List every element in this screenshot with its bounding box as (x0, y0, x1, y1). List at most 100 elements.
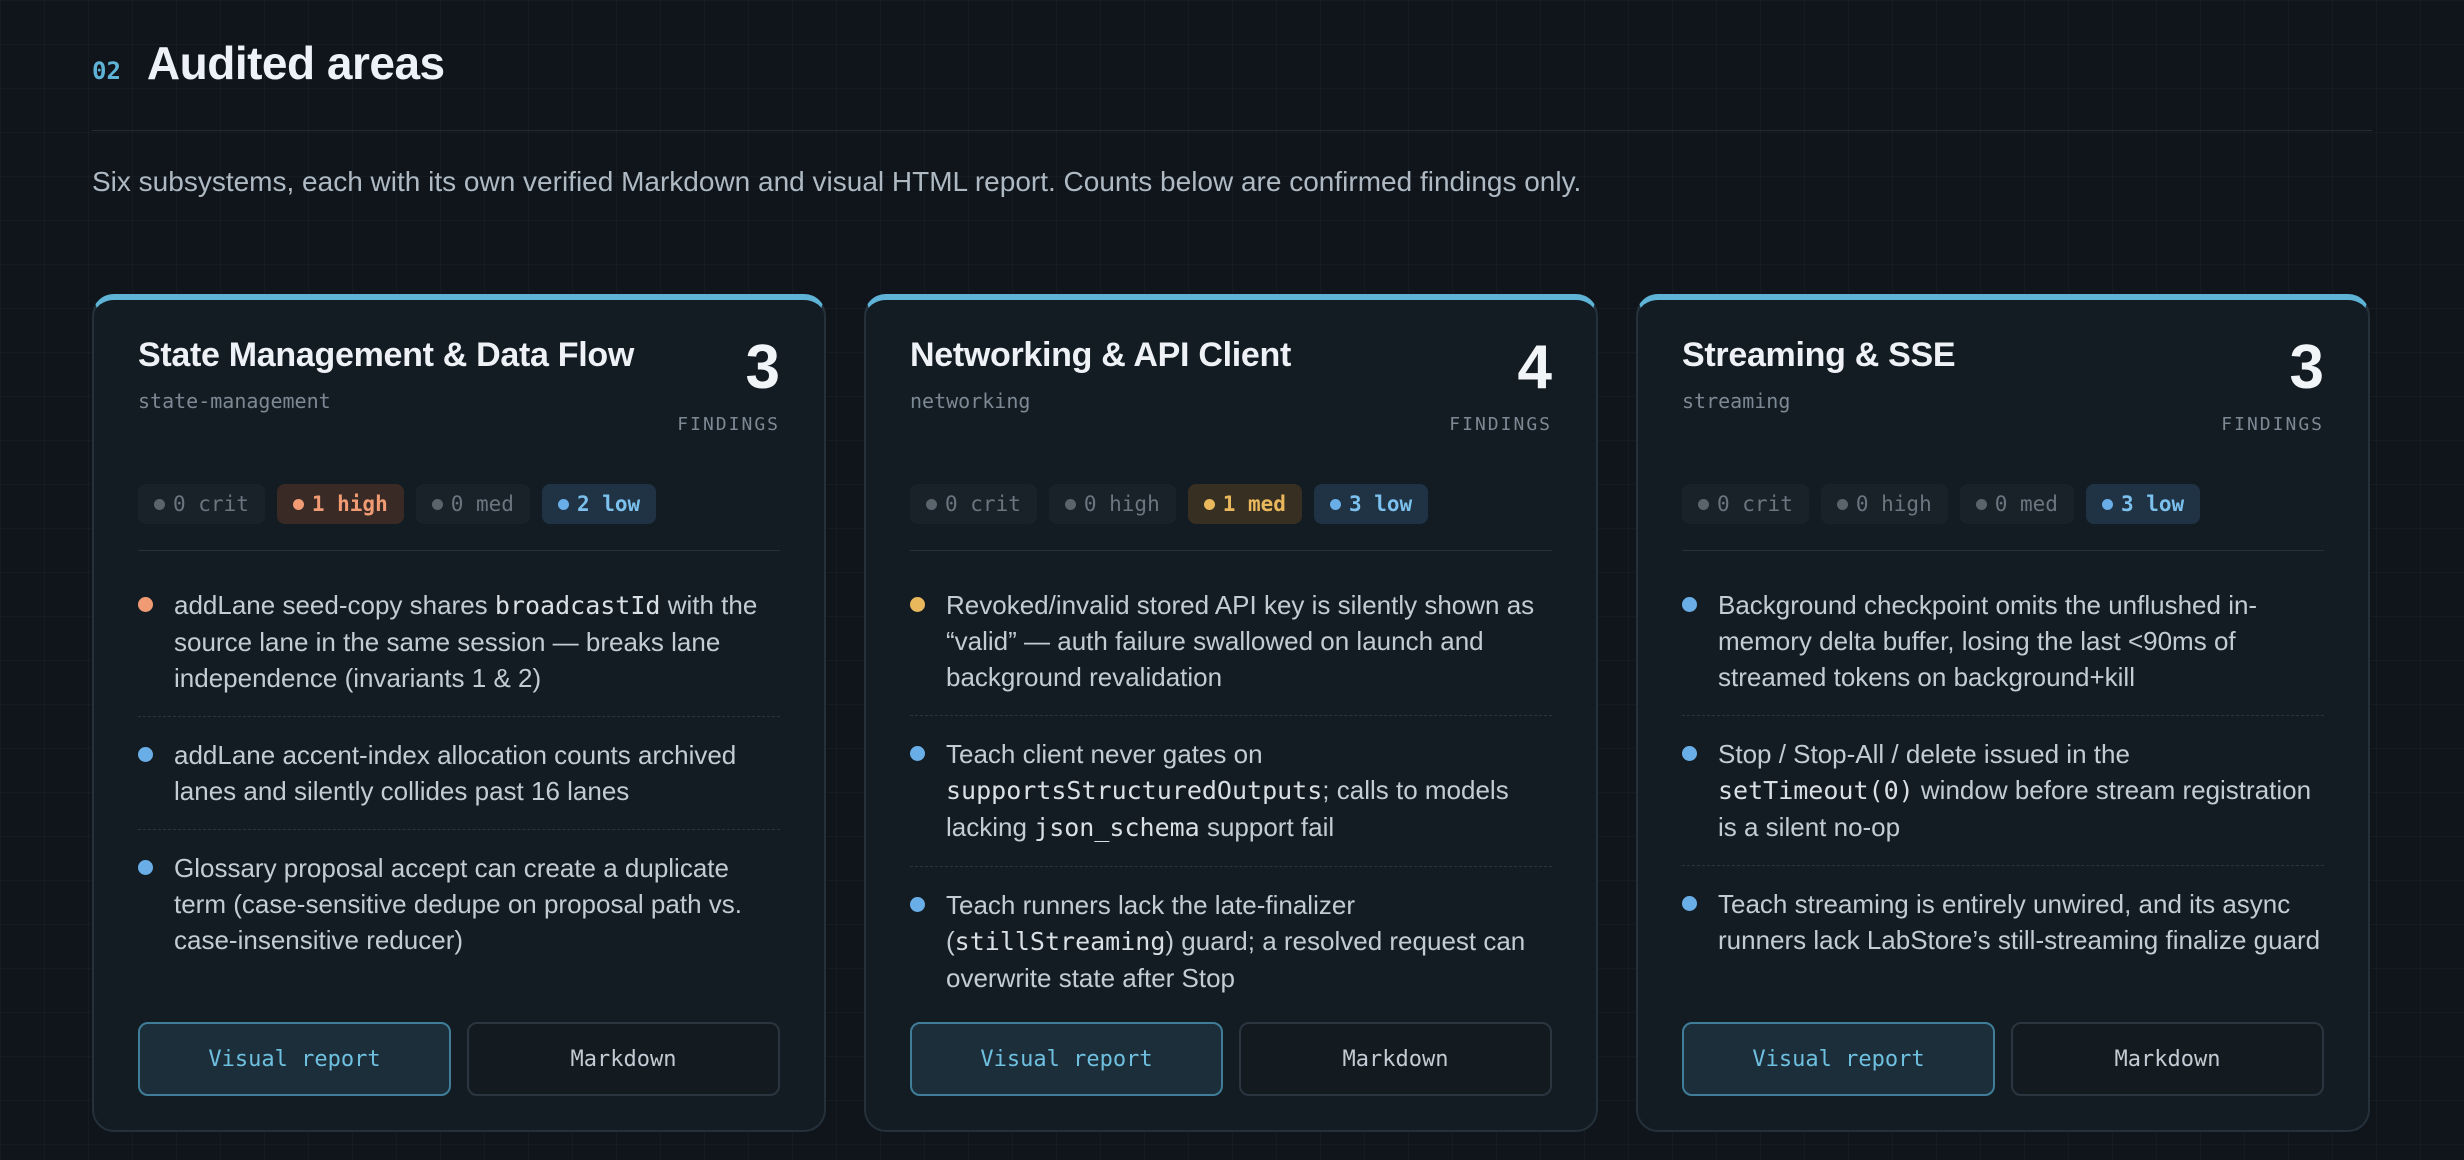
severity-dot-icon (138, 747, 153, 762)
severity-dot-icon (1682, 746, 1697, 761)
findings-count-value: 3 (745, 333, 780, 402)
finding-item: Revoked/invalid stored API key is silent… (910, 567, 1552, 716)
card-slug: streaming (1682, 389, 1791, 413)
badge-label: 1 med (1222, 492, 1286, 516)
audit-card-networking: Networking & API Client networking 4 FIN… (864, 294, 1598, 1132)
badge-low: 3 low (1313, 484, 1429, 524)
findings-list: Background checkpoint omits the unflushe… (1682, 567, 2324, 978)
markdown-button[interactable]: Markdown (1239, 1022, 1552, 1096)
dot-icon (1836, 498, 1848, 510)
card-slug: state-management (138, 389, 331, 413)
dot-icon (1203, 498, 1215, 510)
card-divider (910, 550, 1552, 551)
findings-count-label: FINDINGS (1449, 414, 1552, 435)
audit-card-streaming: Streaming & SSE streaming 3 FINDINGS 0 c… (1636, 294, 2370, 1132)
audit-cards: State Management & Data Flow state-manag… (92, 294, 2370, 1132)
dot-icon (154, 498, 165, 510)
findings-list: addLane seed-copy shares broadcastId wit… (138, 567, 780, 978)
badge-label: 0 high (1083, 492, 1160, 516)
finding-text: Glossary proposal accept can create a du… (174, 853, 742, 955)
finding-item: Teach client never gates on supportsStru… (910, 716, 1552, 867)
visual-report-button[interactable]: Visual report (138, 1022, 451, 1096)
dot-icon (2101, 498, 2113, 510)
markdown-button[interactable]: Markdown (467, 1022, 780, 1096)
dot-icon (557, 498, 569, 510)
finding-item: addLane accent-index allocation counts a… (138, 717, 780, 830)
badge-label: 0 crit (1717, 492, 1793, 516)
card-header: State Management & Data Flow state-manag… (138, 336, 780, 484)
dot-icon (926, 498, 937, 510)
findings-count-label: FINDINGS (677, 414, 780, 435)
severity-badges: 0 crit 0 high 1 med 3 low (910, 484, 1552, 524)
card-header: Networking & API Client networking 4 FIN… (910, 336, 1552, 484)
badge-crit: 0 crit (1682, 484, 1809, 524)
dot-icon (1064, 498, 1076, 510)
finding-item: Background checkpoint omits the unflushe… (1682, 567, 2324, 716)
severity-badges: 0 crit 0 high 0 med 3 low (1682, 484, 2324, 524)
visual-report-button[interactable]: Visual report (1682, 1022, 1995, 1096)
card-slug: networking (910, 389, 1031, 413)
findings-count-value: 4 (1517, 333, 1552, 402)
card-actions: Visual report Markdown (910, 1022, 1552, 1096)
card-actions: Visual report Markdown (138, 1022, 780, 1096)
findings-count-label: FINDINGS (2221, 414, 2324, 435)
card-title: Networking & API Client (910, 336, 1291, 374)
badge-crit: 0 crit (910, 484, 1037, 524)
dot-icon (292, 498, 304, 510)
card-divider (138, 550, 780, 551)
visual-report-button[interactable]: Visual report (910, 1022, 1223, 1096)
findings-count-value: 3 (2289, 333, 2324, 402)
badge-low: 2 low (541, 484, 657, 524)
dot-icon (1975, 498, 1987, 510)
finding-text: Teach streaming is entirely unwired, and… (1718, 889, 2321, 955)
card-title: Streaming & SSE (1682, 336, 1956, 374)
badge-med: 0 med (1959, 484, 2074, 524)
finding-text: Background checkpoint omits the unflushe… (1718, 590, 2258, 692)
card-divider (1682, 550, 2324, 551)
finding-text: Revoked/invalid stored API key is silent… (946, 590, 1535, 692)
badge-label: 2 low (576, 492, 641, 516)
badge-label: 3 low (1348, 492, 1413, 516)
card-actions: Visual report Markdown (1682, 1022, 2324, 1096)
section-number: 02 (92, 57, 121, 85)
severity-dot-icon (138, 597, 153, 612)
badge-crit: 0 crit (138, 484, 265, 524)
severity-dot-icon (138, 860, 153, 875)
finding-item: addLane seed-copy shares broadcastId wit… (138, 567, 780, 717)
card-title: State Management & Data Flow (138, 336, 635, 374)
markdown-button[interactable]: Markdown (2011, 1022, 2324, 1096)
finding-item: Teach streaming is entirely unwired, and… (1682, 866, 2324, 978)
badge-high: 1 high (276, 484, 404, 524)
card-header: Streaming & SSE streaming 3 FINDINGS (1682, 336, 2324, 484)
badge-label: 0 crit (173, 492, 249, 516)
finding-text: Stop / Stop-All / delete issued in the s… (1718, 739, 2312, 842)
findings-count: 3 FINDINGS (677, 333, 780, 436)
dot-icon (431, 498, 443, 510)
severity-dot-icon (1682, 597, 1697, 612)
badge-med: 1 med (1187, 484, 1302, 524)
dot-icon (1698, 498, 1709, 510)
badge-high: 0 high (1820, 484, 1948, 524)
findings-count: 3 FINDINGS (2221, 333, 2324, 436)
badge-label: 0 med (1994, 492, 2058, 516)
severity-dot-icon (910, 597, 925, 612)
severity-dot-icon (910, 897, 925, 912)
finding-item: Teach runners lack the late-finalizer (s… (910, 867, 1552, 1016)
finding-item: Glossary proposal accept can create a du… (138, 830, 780, 978)
badge-label: 3 low (2120, 492, 2185, 516)
severity-dot-icon (1682, 896, 1697, 911)
finding-text: Teach runners lack the late-finalizer (s… (946, 890, 1526, 993)
badge-low: 3 low (2085, 484, 2201, 524)
badge-label: 0 high (1855, 492, 1932, 516)
header-divider (92, 130, 2372, 131)
audit-card-state-management: State Management & Data Flow state-manag… (92, 294, 826, 1132)
finding-text: addLane accent-index allocation counts a… (174, 740, 737, 806)
findings-count: 4 FINDINGS (1449, 333, 1552, 436)
finding-text: addLane seed-copy shares broadcastId wit… (174, 590, 758, 693)
section-intro: Six subsystems, each with its own verifi… (92, 166, 1582, 197)
badge-med: 0 med (415, 484, 530, 524)
findings-list: Revoked/invalid stored API key is silent… (910, 567, 1552, 1016)
severity-badges: 0 crit 1 high 0 med 2 low (138, 484, 780, 524)
severity-dot-icon (910, 746, 925, 761)
finding-text: Teach client never gates on supportsStru… (946, 739, 1509, 842)
